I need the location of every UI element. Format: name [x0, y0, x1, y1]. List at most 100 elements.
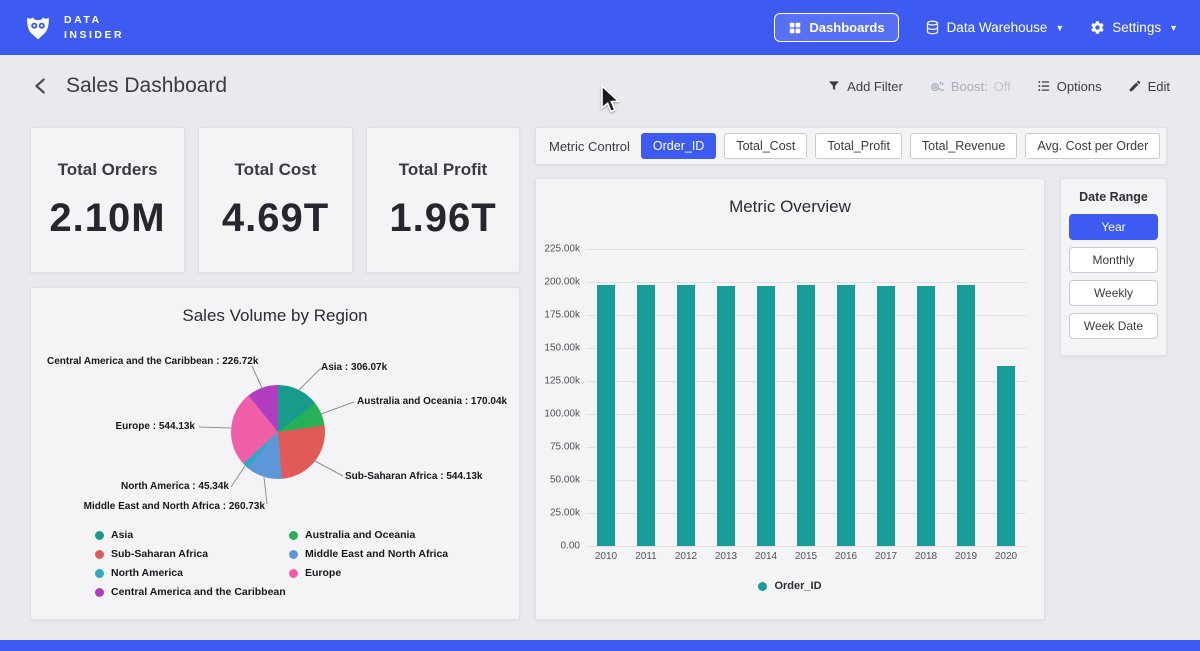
bar-2016[interactable] — [837, 285, 855, 546]
edit-label: Edit — [1148, 79, 1170, 94]
list-icon — [1037, 79, 1051, 93]
mouse-cursor — [598, 84, 622, 114]
bar-column — [586, 249, 626, 546]
pie-chart[interactable] — [231, 385, 325, 479]
boost-snail-icon — [929, 79, 945, 94]
y-tick-label: 175.00k — [536, 310, 580, 321]
bar-column — [826, 249, 866, 546]
legend-item-europe[interactable]: Europe — [289, 567, 448, 579]
x-tick-label: 2016 — [826, 551, 866, 562]
sales-dashboard-page: DATA INSIDER Dashboards — [0, 0, 1200, 651]
chevron-down-icon: ▼ — [1055, 23, 1064, 33]
chart-legend[interactable]: Order_ID — [536, 580, 1044, 592]
kpi-value: 2.10M — [31, 196, 184, 241]
bar-2014[interactable] — [757, 286, 775, 546]
bar-column — [986, 249, 1026, 546]
settings-label: Settings — [1112, 20, 1161, 35]
gear-icon — [1090, 20, 1105, 35]
pie-label-north-america: North America : 45.34k — [75, 481, 229, 492]
legend-item-australia-and-oceania[interactable]: Australia and Oceania — [289, 529, 448, 541]
brand-line1: DATA — [64, 13, 124, 28]
bar-column — [626, 249, 666, 546]
edit-button[interactable]: Edit — [1128, 79, 1170, 94]
metric-control-label: Metric Control — [549, 139, 630, 154]
x-tick-label: 2011 — [626, 551, 666, 562]
owl-logo-icon — [22, 12, 54, 44]
bottom-accent-bar — [0, 640, 1200, 651]
bar-2019[interactable] — [957, 285, 975, 546]
legend-label: Middle East and North Africa — [305, 548, 448, 560]
x-tick-label: 2012 — [666, 551, 706, 562]
bar-2015[interactable] — [797, 285, 815, 546]
legend-label: Australia and Oceania — [305, 529, 415, 541]
header-actions: Add Filter Boost: Off — [827, 79, 1170, 94]
y-tick-label: 100.00k — [536, 409, 580, 420]
legend-item-central-america-and-the-caribbean[interactable]: Central America and the Caribbean — [95, 586, 286, 598]
x-tick-label: 2010 — [586, 551, 626, 562]
metric-option-avg-cost-per-order[interactable]: Avg. Cost per Order — [1025, 133, 1160, 159]
kpi-card-total-orders: Total Orders 2.10M — [30, 127, 185, 273]
y-tick-label: 0.00 — [536, 541, 580, 552]
pie-label-asia: Asia : 306.07k — [321, 362, 387, 373]
legend-dot — [95, 531, 104, 540]
bar-2017[interactable] — [877, 286, 895, 546]
legend-item-north-america[interactable]: North America — [95, 567, 286, 579]
filter-funnel-icon — [827, 79, 841, 93]
y-tick-label: 75.00k — [536, 442, 580, 453]
date-range-option-weekly[interactable]: Weekly — [1069, 280, 1158, 306]
add-filter-label: Add Filter — [847, 79, 903, 94]
y-tick-label: 25.00k — [536, 508, 580, 519]
x-tick-label: 2013 — [706, 551, 746, 562]
legend-dot — [95, 550, 104, 559]
legend-label: Sub-Saharan Africa — [111, 548, 208, 560]
back-button[interactable] — [30, 75, 52, 97]
kpi-card-total-profit: Total Profit 1.96T — [366, 127, 520, 273]
date-range-card: Date Range Year Monthly Weekly Week Date — [1060, 178, 1167, 356]
metric-option-total-revenue[interactable]: Total_Revenue — [910, 133, 1017, 159]
dashboards-button[interactable]: Dashboards — [774, 13, 898, 42]
y-axis-labels: 0.0025.00k50.00k75.00k100.00k125.00k150.… — [536, 179, 580, 619]
pie-legend-column-1: Asia Sub-Saharan Africa North America Centr… — [95, 529, 286, 605]
brand[interactable]: DATA INSIDER — [22, 12, 124, 44]
legend-item-middle-east-and-north-africa[interactable]: Middle East and North Africa — [289, 548, 448, 560]
x-tick-label: 2014 — [746, 551, 786, 562]
bar-2013[interactable] — [717, 286, 735, 546]
kpi-label: Total Cost — [199, 160, 352, 180]
options-button[interactable]: Options — [1037, 79, 1102, 94]
navbar-actions: Dashboards Data Warehouse ▼ — [774, 13, 1178, 42]
x-tick-label: 2019 — [946, 551, 986, 562]
legend-label: Order_ID — [774, 580, 821, 592]
bar-2020[interactable] — [997, 366, 1015, 546]
metric-option-order-id[interactable]: Order_ID — [641, 133, 716, 159]
date-range-title: Date Range — [1061, 179, 1166, 207]
kpi-label: Total Orders — [31, 160, 184, 180]
legend-label: North America — [111, 567, 183, 579]
data-warehouse-menu[interactable]: Data Warehouse ▼ — [925, 20, 1065, 35]
legend-label: Central America and the Caribbean — [111, 586, 286, 598]
date-range-option-monthly[interactable]: Monthly — [1069, 247, 1158, 273]
metric-overview-card: Metric Overview 0.0025.00k50.00k75.00k10… — [535, 178, 1045, 620]
metric-option-total-profit[interactable]: Total_Profit — [815, 133, 902, 159]
legend-item-sub-saharan-africa[interactable]: Sub-Saharan Africa — [95, 548, 286, 560]
y-tick-label: 125.00k — [536, 376, 580, 387]
bar-column — [666, 249, 706, 546]
database-icon — [925, 20, 940, 35]
chevron-down-icon: ▼ — [1169, 23, 1178, 33]
bar-column — [866, 249, 906, 546]
legend-dot — [95, 569, 104, 578]
date-range-option-year[interactable]: Year — [1069, 214, 1158, 240]
kpi-label: Total Profit — [367, 160, 519, 180]
bar-2018[interactable] — [917, 286, 935, 546]
settings-menu[interactable]: Settings ▼ — [1090, 20, 1178, 35]
bar-2011[interactable] — [637, 285, 655, 546]
metric-option-total-cost[interactable]: Total_Cost — [724, 133, 807, 159]
legend-label: Asia — [111, 529, 133, 541]
date-range-option-week-date[interactable]: Week Date — [1069, 313, 1158, 339]
grid-icon — [788, 21, 802, 35]
legend-item-asia[interactable]: Asia — [95, 529, 286, 541]
boost-toggle[interactable]: Boost: Off — [929, 79, 1011, 94]
pie-label-europe: Europe : 544.13k — [75, 421, 195, 432]
bar-2010[interactable] — [597, 285, 615, 546]
add-filter-button[interactable]: Add Filter — [827, 79, 903, 94]
bar-2012[interactable] — [677, 285, 695, 546]
